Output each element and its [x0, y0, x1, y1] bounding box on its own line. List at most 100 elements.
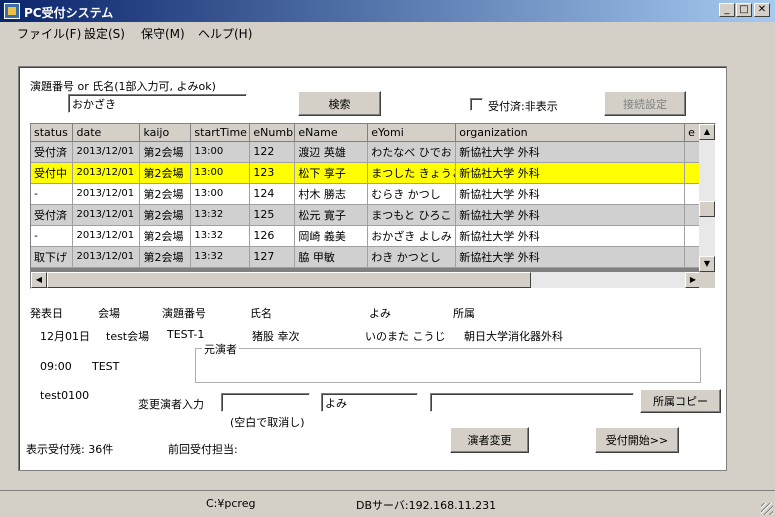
status-path: C:¥pcreg: [206, 497, 256, 510]
value-session: TEST: [92, 360, 120, 373]
cell-e-name: 松元 寛子: [294, 204, 369, 226]
cell-kaijo: 第2会場: [139, 162, 192, 184]
cell-organization: 新協社大学 外科: [455, 141, 686, 163]
change-yomi-input[interactable]: [321, 393, 418, 412]
menu-bar: ファイル(F) 設定(S) 保守(M) ヘルプ(H): [0, 22, 775, 42]
cell-organization: 新協社大学 外科: [455, 225, 686, 247]
table-row[interactable]: 取下げ 2013/12/01 第2会場 13:32 127 脇 甲敏 わき かつとし 新協社大…: [31, 246, 715, 268]
cell-kaijo: 第2会場: [139, 246, 192, 268]
cell-kaijo: 第2会場: [139, 183, 192, 205]
cell-date: 2013/12/01: [72, 141, 141, 163]
value-date: 12月01日: [40, 330, 90, 343]
horizontal-scroll-thumb[interactable]: [47, 272, 531, 288]
hide-received-checkbox[interactable]: [470, 98, 483, 111]
menu-file[interactable]: ファイル(F): [17, 25, 81, 42]
cell-e-yomi: まつもと ひろこ: [367, 204, 457, 226]
cell-start-time: 13:32: [190, 225, 251, 247]
cell-e-yomi: わたなべ ひでお: [367, 141, 457, 163]
cell-date: 2013/12/01: [72, 225, 141, 247]
cell-start-time: 13:00: [190, 183, 251, 205]
cell-e-yomi: おかざき よしみ: [367, 225, 457, 247]
cell-kaijo: 第2会場: [139, 204, 192, 226]
reception-grid[interactable]: status date kaijo startTime eNumb eName eYomi o…: [30, 123, 716, 289]
value-time: 09:00: [40, 360, 72, 373]
cell-status: 受付中: [31, 162, 74, 184]
change-org-input[interactable]: [430, 393, 634, 412]
search-label: 演題番号 or 氏名(1部入力可, よみok): [30, 80, 216, 93]
cell-date: 2013/12/01: [72, 162, 141, 184]
cell-status: 受付済: [31, 141, 74, 163]
table-row[interactable]: 受付済 2013/12/01 第2会場 13:00 122 渡辺 英雄 わたなべ ひでお 新協…: [31, 141, 715, 163]
vertical-scrollbar[interactable]: ▲ ▼: [699, 124, 715, 272]
cell-e-numb: 122: [249, 141, 296, 163]
column-header-date[interactable]: date: [72, 124, 141, 142]
menu-maintenance[interactable]: 保守(M): [141, 25, 185, 42]
value-yomi: いのまた こうじ: [365, 330, 446, 343]
cell-organization: 新協社大学 外科: [455, 162, 686, 184]
column-header-e-numb[interactable]: eNumb: [249, 124, 296, 142]
cell-start-time: 13:32: [190, 246, 251, 268]
column-header-e-yomi[interactable]: eYomi: [367, 124, 457, 142]
cell-e-numb: 126: [249, 225, 296, 247]
header-org: 所属: [453, 307, 475, 320]
cell-status: 受付済: [31, 204, 74, 226]
change-name-input[interactable]: [221, 393, 310, 412]
cell-start-time: 13:00: [190, 141, 251, 163]
window-title: PC受付システム: [24, 6, 114, 20]
cell-e-name: 脇 甲敏: [294, 246, 369, 268]
cell-e-numb: 123: [249, 162, 296, 184]
search-button[interactable]: 検索: [298, 91, 381, 116]
remaining-count: 表示受付残: 36件: [26, 443, 114, 456]
scroll-up-icon[interactable]: ▲: [699, 124, 715, 140]
column-header-status[interactable]: status: [31, 124, 74, 142]
column-header-start-time[interactable]: startTime: [190, 124, 251, 142]
cell-kaijo: 第2会場: [139, 225, 192, 247]
header-date: 発表日: [30, 307, 63, 320]
change-presenter-button[interactable]: 演者変更: [450, 427, 529, 453]
table-row[interactable]: 受付中 2013/12/01 第2会場 13:00 123 松下 享子 まつした きょうこ新…: [31, 162, 715, 184]
column-header-kaijo[interactable]: kaijo: [139, 124, 192, 142]
search-input[interactable]: [68, 94, 247, 113]
connection-settings-button[interactable]: 接続設定: [604, 91, 686, 116]
scroll-down-icon[interactable]: ▼: [699, 256, 715, 272]
cell-start-time: 13:00: [190, 162, 251, 184]
menu-help[interactable]: ヘルプ(H): [198, 25, 252, 42]
menu-settings[interactable]: 設定(S): [84, 25, 125, 42]
cell-status: -: [31, 225, 74, 247]
cell-e-yomi: むらき かつし: [367, 183, 457, 205]
table-row[interactable]: -2013/12/01 第2会場 13:32 126 岡崎 義美 おかざき よしみ 新協社大…: [31, 225, 715, 247]
cell-e-name: 村木 勝志: [294, 183, 369, 205]
cell-e-numb: 125: [249, 204, 296, 226]
cell-e-name: 岡崎 義美: [294, 225, 369, 247]
value-number: TEST-1: [167, 328, 205, 341]
vertical-scroll-thumb[interactable]: [699, 201, 715, 217]
horizontal-scrollbar[interactable]: ◀ ▶: [31, 272, 701, 288]
cell-date: 2013/12/01: [72, 183, 141, 205]
grid-header-row: status date kaijo startTime eNumb eName eYomi o…: [31, 124, 715, 142]
cell-e-name: 松下 享子: [294, 162, 369, 184]
cell-e-yomi: まつした きょうこ: [367, 162, 457, 184]
column-header-organization[interactable]: organization: [455, 124, 686, 142]
header-name: 氏名: [250, 307, 272, 320]
table-row[interactable]: -2013/12/01 第2会場 13:00 124 村木 勝志 むらき かつし 新協社大学…: [31, 183, 715, 205]
original-presenter-legend: 元演者: [202, 341, 239, 357]
title-bar: PC受付システム _ □ ✕: [0, 0, 775, 22]
copy-org-button[interactable]: 所属コピー: [640, 389, 721, 413]
start-reception-button[interactable]: 受付開始>>: [595, 427, 679, 453]
maximize-button[interactable]: □: [736, 3, 752, 17]
change-presenter-label: 変更演者入力: [138, 398, 204, 411]
table-row[interactable]: 受付済 2013/12/01 第2会場 13:32 125 松元 寛子 まつもと ひろこ 新協…: [31, 204, 715, 226]
scroll-left-icon[interactable]: ◀: [31, 272, 47, 288]
cell-organization: 新協社大学 外科: [455, 246, 686, 268]
resize-grip-icon[interactable]: [761, 503, 773, 515]
status-server: DBサーバ:192.168.11.231: [356, 499, 497, 512]
cell-status: -: [31, 183, 74, 205]
close-button[interactable]: ✕: [754, 3, 770, 17]
column-header-e-name[interactable]: eName: [294, 124, 369, 142]
last-staff-label: 前回受付担当:: [168, 443, 238, 456]
scroll-corner: [699, 272, 715, 288]
cell-date: 2013/12/01: [72, 246, 141, 268]
cell-e-numb: 127: [249, 246, 296, 268]
minimize-button[interactable]: _: [719, 3, 735, 17]
grid-table: status date kaijo startTime eNumb eName eYomi o…: [31, 124, 715, 268]
